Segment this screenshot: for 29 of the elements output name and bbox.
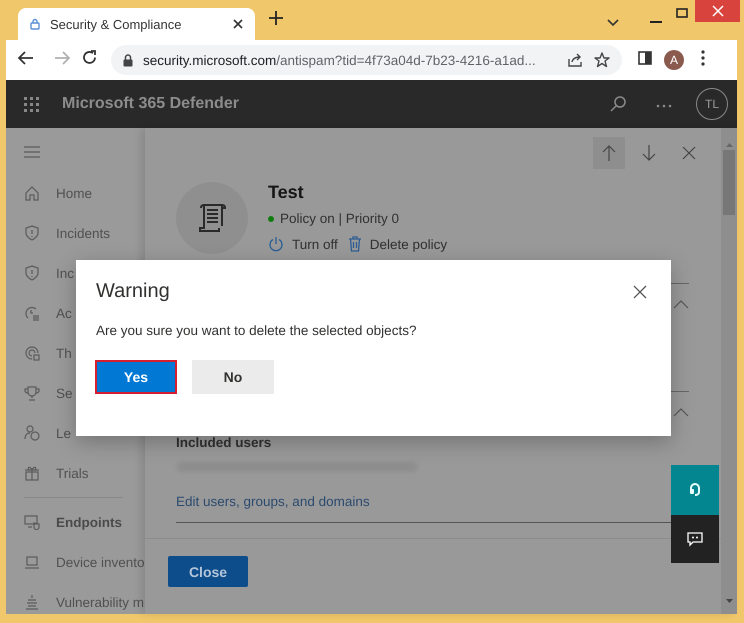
nav-item[interactable]: Device invento xyxy=(56,554,145,570)
section-label: Included users xyxy=(176,435,272,450)
profile-avatar[interactable]: A xyxy=(664,50,684,70)
nav-item[interactable]: Le xyxy=(56,426,72,440)
nav-item[interactable]: Trials xyxy=(56,466,88,480)
app-title: Microsoft 365 Defender xyxy=(62,95,240,113)
url-text: security.microsoft.com/antispam?tid=4f73a04d-7b23-4216-a1ad... xyxy=(143,52,537,68)
nav-item[interactable]: Incidents xyxy=(56,226,110,240)
policy-title: Test xyxy=(268,182,305,203)
edit-users-link[interactable]: Edit users, groups, and domains xyxy=(176,494,370,509)
nav-section-label[interactable]: Endpoints xyxy=(56,514,122,530)
nav-item[interactable]: Se xyxy=(56,386,73,400)
nav-item[interactable]: Th xyxy=(56,346,72,360)
turn-off-button[interactable]: Turn off xyxy=(268,236,338,252)
policy-status: Policy on | Priority 0 xyxy=(280,211,400,226)
yes-button[interactable]: Yes xyxy=(95,360,177,394)
nav-item[interactable]: Ac xyxy=(56,306,72,320)
dialog-message: Are you sure you want to delete the selected objects? xyxy=(96,323,418,338)
nav-item[interactable]: Inc xyxy=(56,266,74,280)
browser-tab[interactable]: Security & Compliance xyxy=(18,8,255,40)
delete-policy-button[interactable]: Delete policy xyxy=(348,236,448,252)
nav-item[interactable]: Home xyxy=(56,186,92,200)
close-button[interactable]: Close xyxy=(168,556,248,587)
user-avatar[interactable]: TL xyxy=(696,88,728,120)
nav-item[interactable]: Vulnerability m xyxy=(56,594,144,610)
no-button[interactable]: No xyxy=(192,360,274,394)
tab-title: Security & Compliance xyxy=(50,16,182,32)
dialog-title: Warning xyxy=(96,280,170,303)
address-field[interactable]: security.microsoft.com/antispam?tid=4f73a04d-7b23-4216-a1ad... xyxy=(111,45,622,75)
